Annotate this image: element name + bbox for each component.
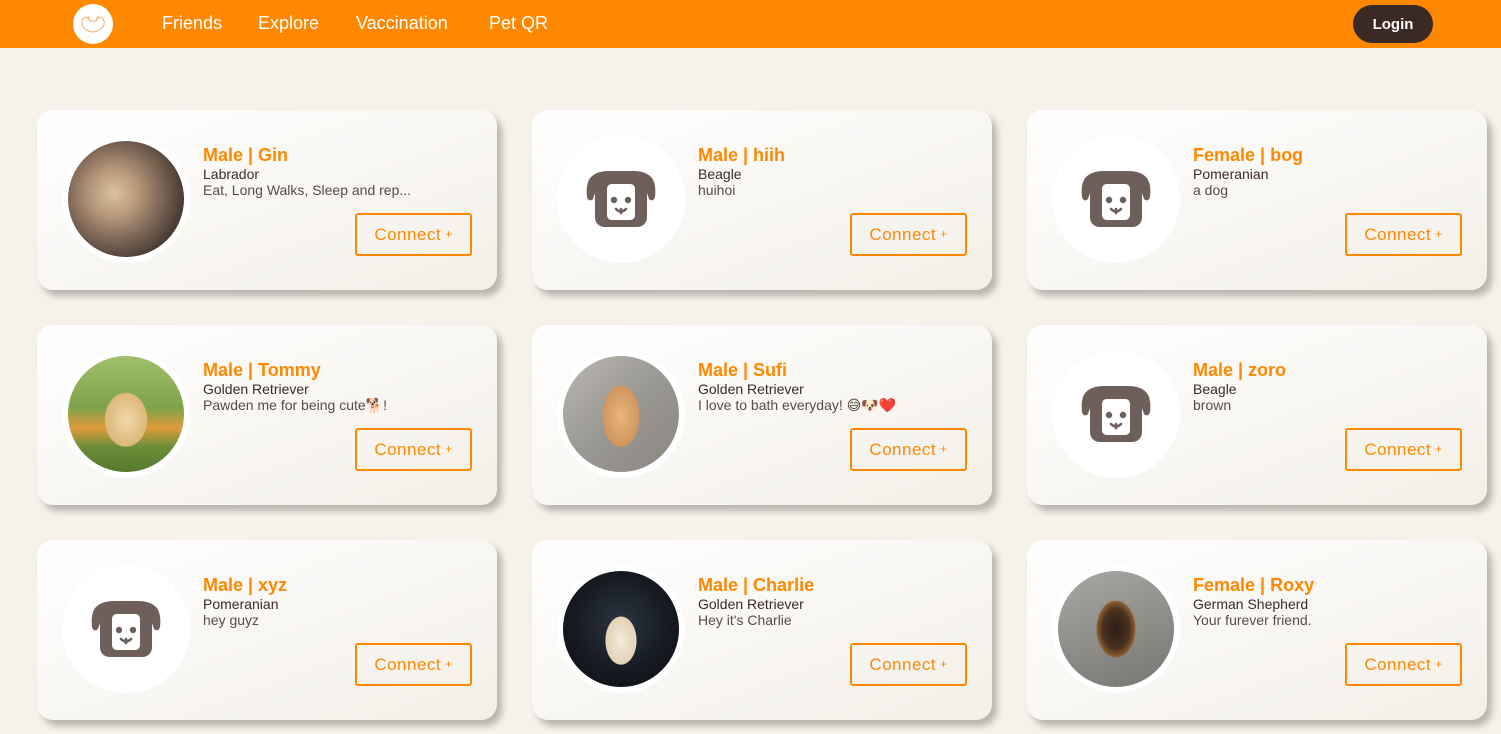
pet-description: I love to bath everyday! 😅🐶❤️	[698, 397, 897, 413]
pet-card: Male | zoro Beagle brown Connect +	[1027, 325, 1487, 505]
pet-description: Eat, Long Walks, Sleep and rep...	[203, 182, 412, 198]
pet-breed: Beagle	[698, 166, 742, 182]
nav-vaccination[interactable]: Vaccination	[356, 13, 448, 34]
pet-breed: Beagle	[1193, 381, 1237, 397]
connect-button[interactable]: Connect +	[355, 643, 472, 686]
golden-puppy-sitting-photo	[563, 356, 679, 472]
logo[interactable]	[73, 4, 113, 44]
pet-title: Male | Tommy	[203, 360, 321, 380]
pet-card: Male | hiih Beagle huihoi Connect +	[532, 110, 992, 290]
pet-card: Male | Sufi Golden Retriever I love to b…	[532, 325, 992, 505]
pet-breed: Pomeranian	[1193, 166, 1269, 182]
nav-explore[interactable]: Explore	[258, 13, 319, 34]
connect-button[interactable]: Connect +	[850, 213, 967, 256]
pet-avatar	[62, 135, 190, 263]
pet-card: Female | bog Pomeranian a dog Connect +	[1027, 110, 1487, 290]
sleeping-puppy-photo	[68, 141, 184, 257]
pet-card: Male | Tommy Golden Retriever Pawden me …	[37, 325, 497, 505]
connect-button[interactable]: Connect +	[355, 213, 472, 256]
nav-pet-qr[interactable]: Pet QR	[489, 13, 548, 34]
connect-button[interactable]: Connect +	[1345, 643, 1462, 686]
pet-card: Male | xyz Pomeranian hey guyz Connect +	[37, 540, 497, 720]
dog-placeholder-icon	[585, 167, 657, 231]
pet-avatar	[1052, 135, 1180, 263]
pet-description: hey guyz	[203, 612, 260, 628]
pet-title: Male | Charlie	[698, 575, 815, 595]
pet-breed: Golden Retriever	[698, 596, 804, 612]
pet-breed: Golden Retriever	[698, 381, 804, 397]
dog-logo-icon	[81, 15, 105, 33]
plus-icon: +	[445, 441, 453, 456]
login-button[interactable]: Login	[1353, 5, 1433, 43]
pet-description: a dog	[1193, 182, 1229, 198]
german-shepherd-puppy-photo	[1058, 571, 1174, 687]
plus-icon: +	[940, 226, 948, 241]
plus-icon: +	[1435, 656, 1443, 671]
dog-placeholder-icon	[1080, 382, 1152, 446]
golden-puppy-grass-photo	[68, 356, 184, 472]
connect-button[interactable]: Connect +	[1345, 213, 1462, 256]
plus-icon: +	[445, 226, 453, 241]
pet-title: Male | Sufi	[698, 360, 788, 380]
plus-icon: +	[940, 656, 948, 671]
pet-description: Hey it's Charlie	[698, 612, 792, 628]
plus-icon: +	[445, 656, 453, 671]
pet-breed: Golden Retriever	[203, 381, 309, 397]
pet-card: Male | Charlie Golden Retriever Hey it's…	[532, 540, 992, 720]
pet-avatar	[62, 350, 190, 478]
connect-button[interactable]: Connect +	[1345, 428, 1462, 471]
pet-breed: Pomeranian	[203, 596, 279, 612]
pet-description: Pawden me for being cute🐕!	[203, 397, 387, 413]
pet-description: brown	[1193, 397, 1232, 413]
pet-title: Female | bog	[1193, 145, 1304, 165]
pet-breed: Labrador	[203, 166, 260, 182]
pet-avatar	[557, 135, 685, 263]
pet-avatar	[557, 565, 685, 693]
pet-avatar	[1052, 350, 1180, 478]
pet-card: Female | Roxy German Shepherd Your furev…	[1027, 540, 1487, 720]
plus-icon: +	[1435, 441, 1443, 456]
pet-card: Male | Gin Labrador Eat, Long Walks, Sle…	[37, 110, 497, 290]
plus-icon: +	[1435, 226, 1443, 241]
pet-avatar	[557, 350, 685, 478]
connect-button[interactable]: Connect +	[850, 643, 967, 686]
pet-breed: German Shepherd	[1193, 596, 1309, 612]
pet-title: Female | Roxy	[1193, 575, 1315, 595]
pet-avatar	[1052, 565, 1180, 693]
dog-placeholder-icon	[1080, 167, 1152, 231]
pet-description: Your furever friend.	[1193, 612, 1312, 628]
nav-friends[interactable]: Friends	[162, 13, 222, 34]
navbar: Friends Explore Vaccination Pet QR Login	[0, 0, 1501, 48]
plus-icon: +	[940, 441, 948, 456]
dog-placeholder-icon	[90, 597, 162, 661]
connect-button[interactable]: Connect +	[850, 428, 967, 471]
pet-title: Male | xyz	[203, 575, 288, 595]
pet-description: huihoi	[698, 182, 736, 198]
pet-title: Male | Gin	[203, 145, 289, 165]
pet-avatar	[62, 565, 190, 693]
pet-title: Male | zoro	[1193, 360, 1287, 380]
labrador-dark-background-photo	[563, 571, 679, 687]
connect-button[interactable]: Connect +	[355, 428, 472, 471]
pet-title: Male | hiih	[698, 145, 786, 165]
